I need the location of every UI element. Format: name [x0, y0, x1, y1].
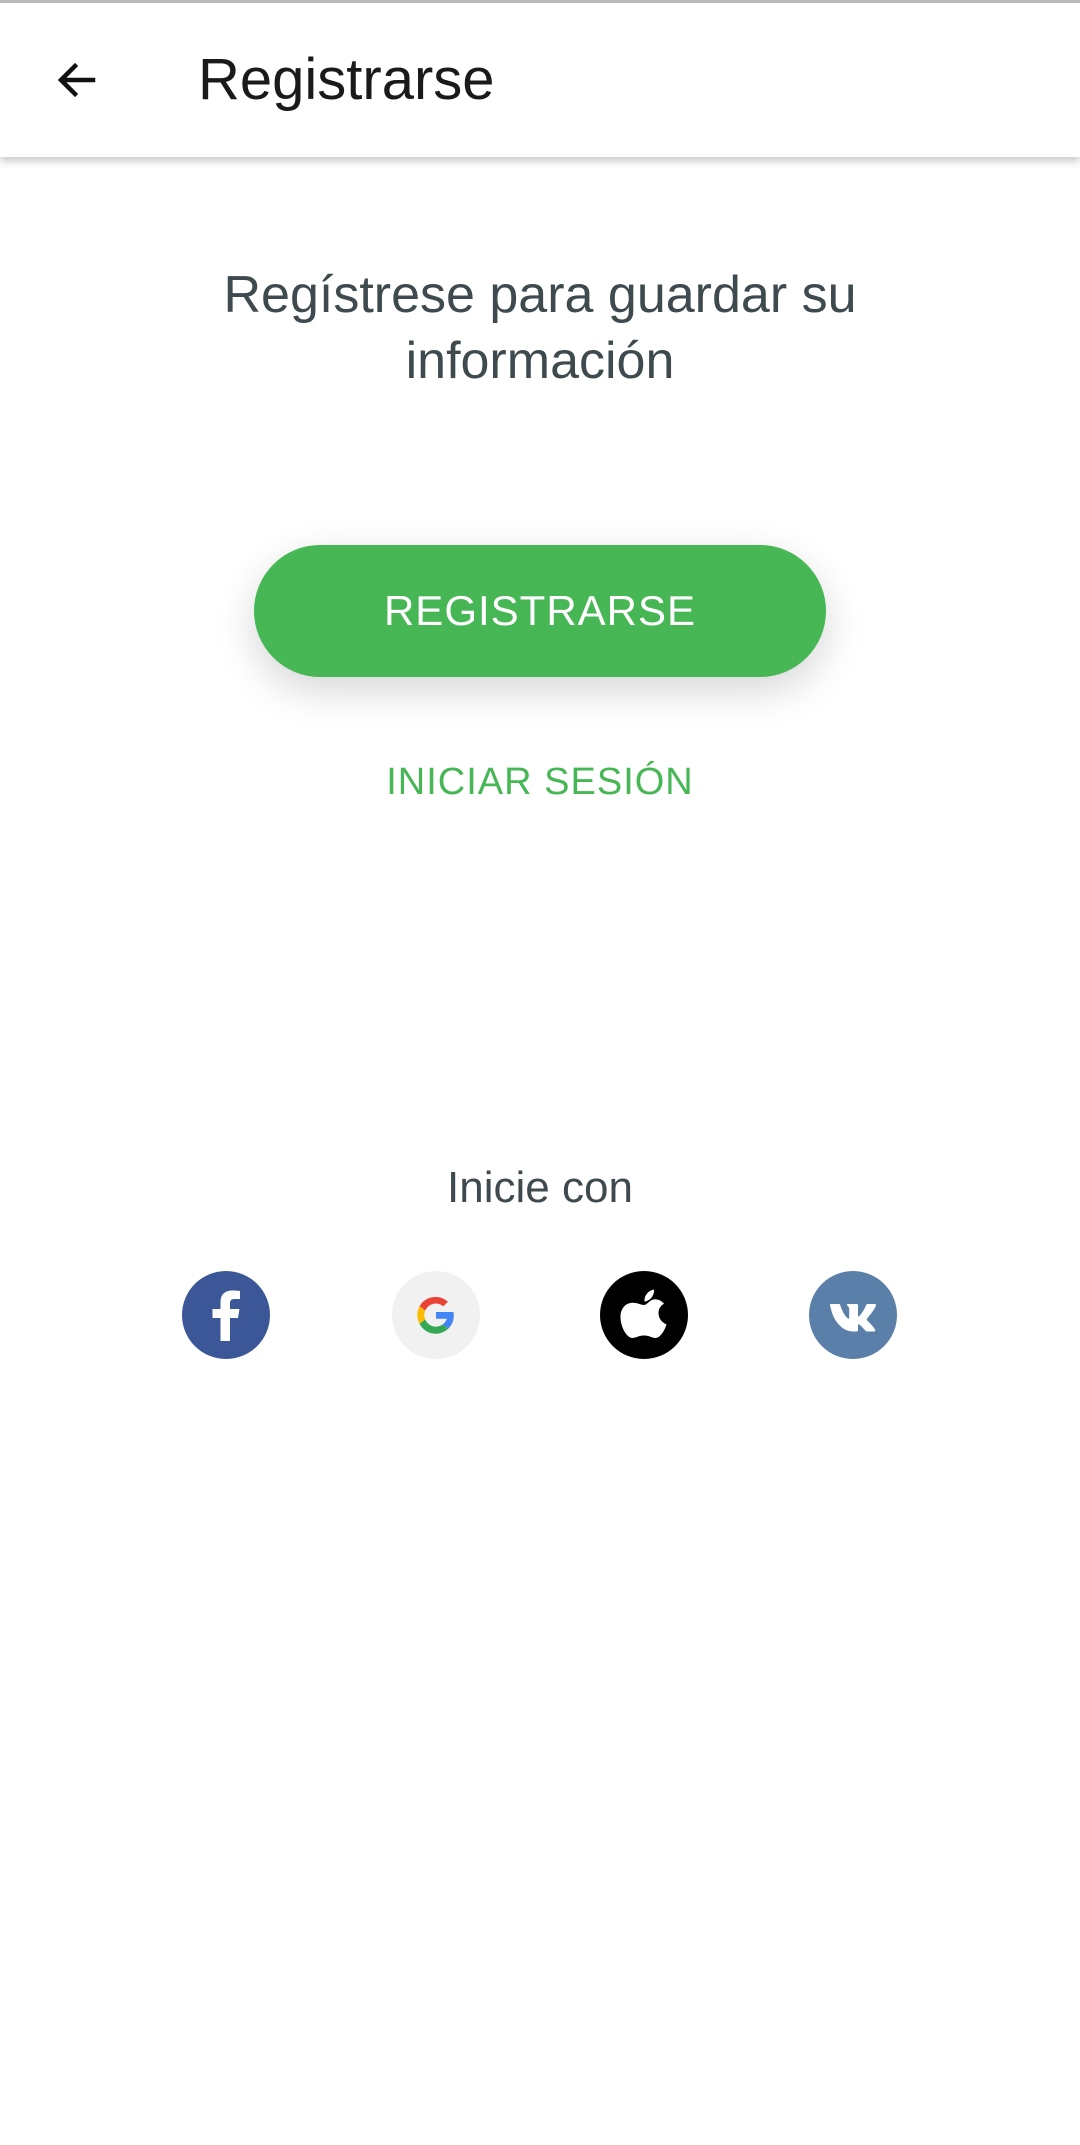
login-link[interactable]: INICIAR SESIÓN	[340, 750, 740, 814]
vk-login-button[interactable]	[809, 1271, 897, 1359]
facebook-login-button[interactable]	[182, 1271, 270, 1359]
login-with-label: Inicie con	[447, 1163, 633, 1212]
back-button[interactable]	[40, 43, 114, 117]
apple-icon	[620, 1289, 667, 1338]
page-title: Registrarse	[198, 47, 495, 112]
apple-login-button[interactable]	[600, 1271, 688, 1359]
google-login-button[interactable]	[392, 1271, 480, 1359]
arrow-left-icon	[57, 62, 96, 98]
register-button[interactable]: REGISTRARSE	[254, 545, 826, 677]
google-icon	[417, 1296, 454, 1334]
app-bar: Registrarse	[0, 3, 1080, 157]
register-prompt: Regístrese para guardar su información	[223, 266, 857, 390]
vk-icon	[829, 1304, 877, 1332]
facebook-icon	[212, 1290, 240, 1341]
